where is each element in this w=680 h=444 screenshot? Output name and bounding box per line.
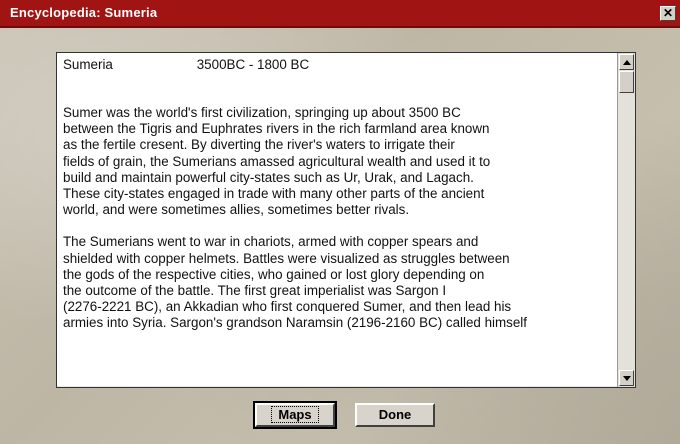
article-dates: 3500BC - 1800 BC — [196, 57, 310, 72]
window-title: Encyclopedia: Sumeria — [10, 5, 158, 20]
article-text: Sumeria 3500BC - 1800 BC Sumer was the w… — [63, 57, 611, 385]
done-button-label: Done — [378, 407, 412, 422]
close-button[interactable]: ✕ — [660, 6, 676, 21]
vertical-scrollbar[interactable] — [617, 53, 635, 387]
maps-button[interactable]: Maps — [253, 401, 337, 429]
scroll-down-button[interactable] — [619, 370, 634, 386]
arrow-up-icon — [623, 60, 631, 65]
article-header: Sumeria 3500BC - 1800 BC — [63, 57, 611, 73]
encyclopedia-window: Encyclopedia: Sumeria ✕ Sumeria 3500BC -… — [0, 0, 680, 444]
title-bar[interactable]: Encyclopedia: Sumeria ✕ — [0, 0, 680, 28]
scroll-thumb[interactable] — [619, 71, 634, 93]
article-paragraph-1: Sumer was the world's first civilization… — [63, 105, 491, 218]
arrow-down-icon — [623, 376, 631, 381]
article-panel: Sumeria 3500BC - 1800 BC Sumer was the w… — [56, 52, 636, 388]
scroll-up-button[interactable] — [619, 54, 634, 70]
article-paragraph-2: The Sumerians went to war in chariots, a… — [63, 234, 528, 331]
done-button[interactable]: Done — [355, 403, 435, 427]
article-name: Sumeria — [63, 57, 113, 72]
close-icon: ✕ — [662, 6, 674, 20]
maps-button-label: Maps — [271, 406, 319, 423]
